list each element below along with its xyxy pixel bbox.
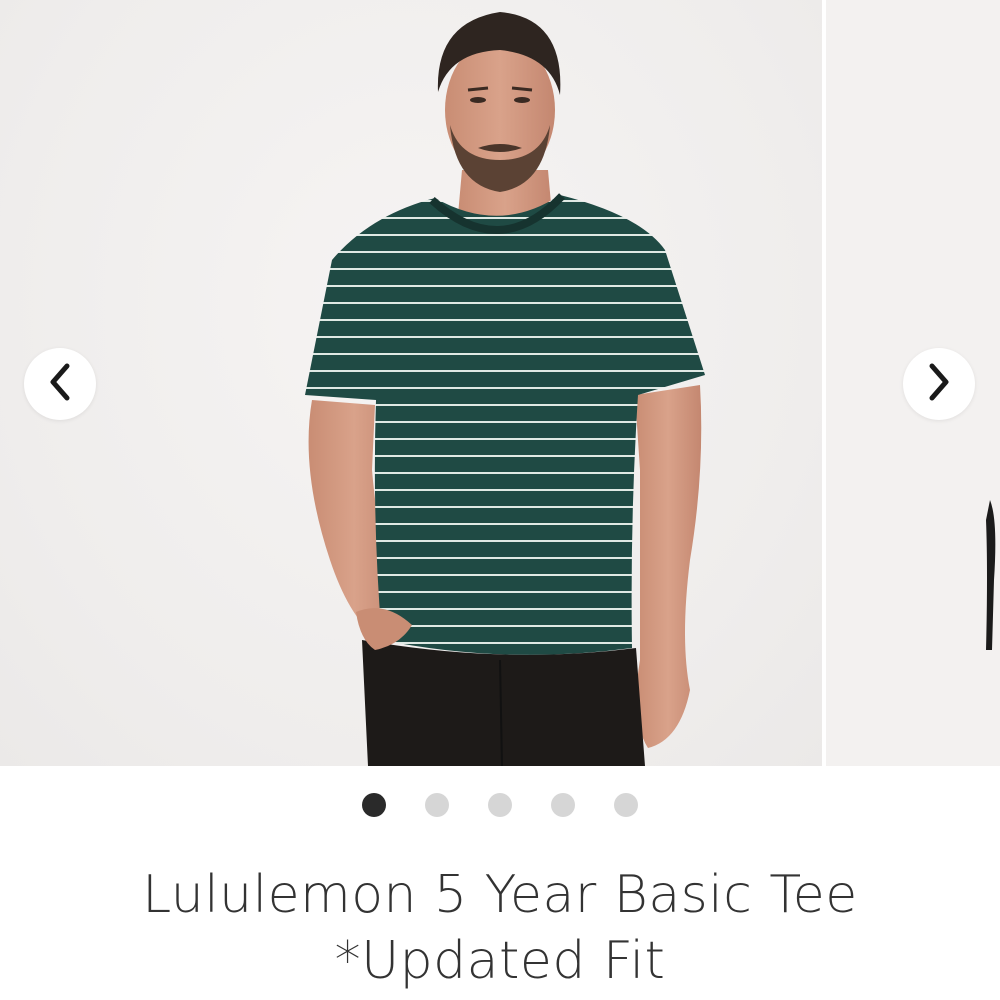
next-image-button[interactable] [903,348,975,420]
carousel-dot-3[interactable] [488,793,512,817]
product-title: Lululemon 5 Year Basic Tee *Updated Fit [142,865,858,991]
chevron-left-icon [45,362,75,407]
previous-image-button[interactable] [24,348,96,420]
chevron-right-icon [924,362,954,407]
carousel-dot-2[interactable] [425,793,449,817]
carousel-pagination [0,792,1000,818]
carousel-dot-4[interactable] [551,793,575,817]
carousel-dot-1[interactable] [362,793,386,817]
carousel-dot-5[interactable] [614,793,638,817]
main-product-image [0,0,822,766]
product-image-carousel[interactable] [0,0,1000,766]
